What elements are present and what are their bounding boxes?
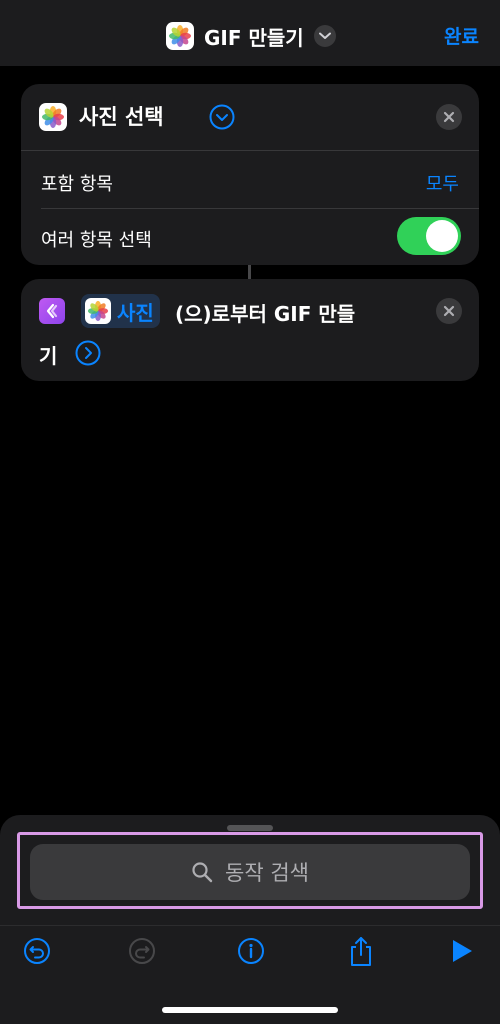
photos-app-icon (166, 22, 194, 50)
search-highlight: 동작 검색 (17, 832, 483, 909)
chevron-down-icon[interactable] (313, 25, 336, 47)
action-header: 사진 선택 (21, 84, 479, 150)
include-value-picker[interactable]: 모두 (426, 170, 459, 196)
search-input[interactable]: 동작 검색 (30, 844, 470, 900)
close-icon (443, 305, 455, 317)
nav-bar: GIF 만들기 완료 (0, 0, 500, 66)
toggle-knob (426, 220, 458, 252)
page-title: GIF 만들기 (204, 25, 304, 50)
include-label: 포함 항목 (41, 174, 113, 195)
remove-action-button[interactable] (436, 104, 462, 130)
share-icon[interactable] (346, 934, 376, 968)
sheet-grabber[interactable] (227, 825, 273, 831)
photos-app-icon (39, 103, 67, 131)
info-icon[interactable] (236, 934, 266, 968)
action-title: 사진 선택 (79, 105, 164, 129)
search-icon (192, 862, 213, 883)
play-icon[interactable] (447, 934, 477, 968)
chevron-right-icon[interactable] (75, 340, 101, 370)
toolbar-divider (0, 925, 500, 926)
shortcuts-app-icon (39, 298, 65, 324)
select-multiple-label: 여러 항목 선택 (41, 230, 152, 251)
search-placeholder: 동작 검색 (225, 861, 309, 885)
photos-variable-chip[interactable]: 사진 (81, 294, 160, 328)
variable-label: 사진 (117, 300, 154, 325)
make-gif-action[interactable]: 사진 (으)로부터 GIF 만들 기 (21, 279, 479, 381)
action-text-continued: 기 (39, 344, 58, 368)
home-indicator (162, 1007, 338, 1013)
redo-icon[interactable] (127, 934, 157, 968)
done-button[interactable]: 완료 (444, 22, 479, 49)
close-icon (443, 111, 455, 123)
remove-action-button[interactable] (436, 298, 462, 324)
select-multiple-toggle[interactable] (397, 217, 461, 255)
collapse-toggle-icon[interactable] (209, 104, 235, 134)
photos-app-icon (85, 298, 111, 324)
action-connector (248, 265, 251, 279)
divider (21, 150, 479, 151)
select-photos-action[interactable]: 사진 선택 포함 항목 모두 여러 항목 선택 (21, 84, 479, 265)
divider (41, 208, 479, 209)
action-search-sheet: 동작 검색 (0, 815, 500, 1024)
undo-icon[interactable] (22, 934, 52, 968)
title-menu[interactable]: GIF 만들기 (166, 20, 336, 52)
action-text: (으)로부터 GIF 만들 (175, 302, 356, 326)
